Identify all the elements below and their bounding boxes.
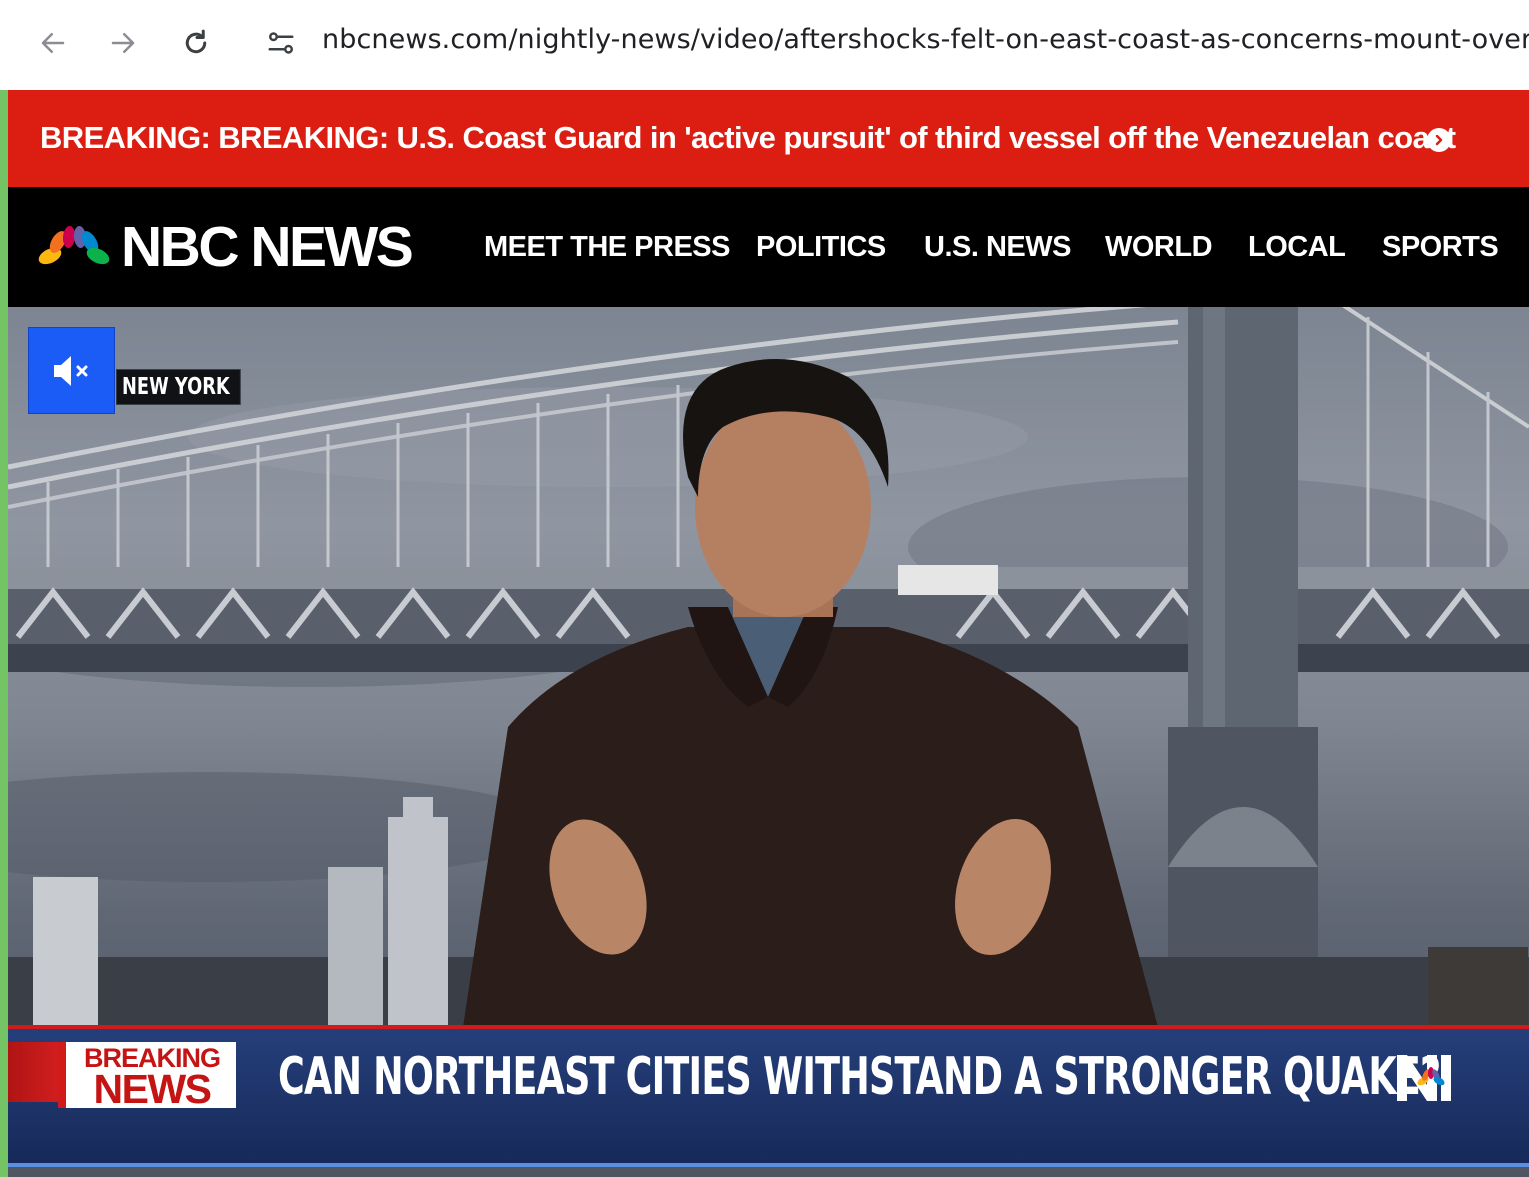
nbc-peacock-icon[interactable] (38, 223, 110, 269)
lower-third-bottom-rule (8, 1163, 1529, 1167)
arrow-left-icon (41, 33, 65, 53)
reload-button[interactable] (174, 21, 218, 65)
nbc-news-now-logo-icon (1397, 1055, 1451, 1101)
browser-toolbar: nbcnews.com/nightly-news/video/aftershoc… (0, 0, 1529, 90)
nav-politics[interactable]: POLITICS (756, 231, 886, 264)
breaking-banner-text[interactable]: BREAKING: BREAKING: U.S. Coast Guard in … (40, 120, 1456, 156)
location-label: NEW YORK (116, 369, 241, 405)
nav-sports[interactable]: SPORTS (1382, 231, 1499, 264)
badge-line-news: NEWS (93, 1066, 213, 1112)
volume-muted-icon (53, 355, 87, 386)
nav-us-news[interactable]: U.S. NEWS (924, 231, 1071, 264)
mute-toggle-button[interactable] (28, 327, 115, 414)
video-player[interactable]: NEW YORK BREAKING NEWS CAN NORTHEAST CIT… (8, 307, 1529, 1177)
site-header: NBC NEWS MEET THE PRESS POLITICS U.S. NE… (8, 187, 1529, 307)
nav-local[interactable]: LOCAL (1248, 231, 1346, 264)
arrow-right-icon (111, 33, 135, 53)
site-settings-button[interactable] (259, 21, 303, 65)
forward-button[interactable] (101, 21, 145, 65)
breaking-news-banner[interactable]: BREAKING: BREAKING: U.S. Coast Guard in … (8, 90, 1529, 187)
window-edge (0, 90, 8, 1177)
lower-third-headline: CAN NORTHEAST CITIES WITHSTAND A STRONGE… (278, 1047, 1441, 1107)
nbc-news-logo[interactable]: NBC NEWS (121, 214, 414, 280)
address-bar[interactable]: nbcnews.com/nightly-news/video/aftershoc… (322, 24, 1529, 55)
back-button[interactable] (31, 21, 75, 65)
tune-icon (268, 32, 294, 54)
breaking-news-badge: BREAKING NEWS (58, 1042, 236, 1112)
reload-icon (185, 29, 207, 54)
nav-world[interactable]: WORLD (1105, 231, 1213, 264)
chevron-right-circle-icon[interactable] (1427, 128, 1451, 152)
nav-meet-the-press[interactable]: MEET THE PRESS (484, 231, 731, 264)
